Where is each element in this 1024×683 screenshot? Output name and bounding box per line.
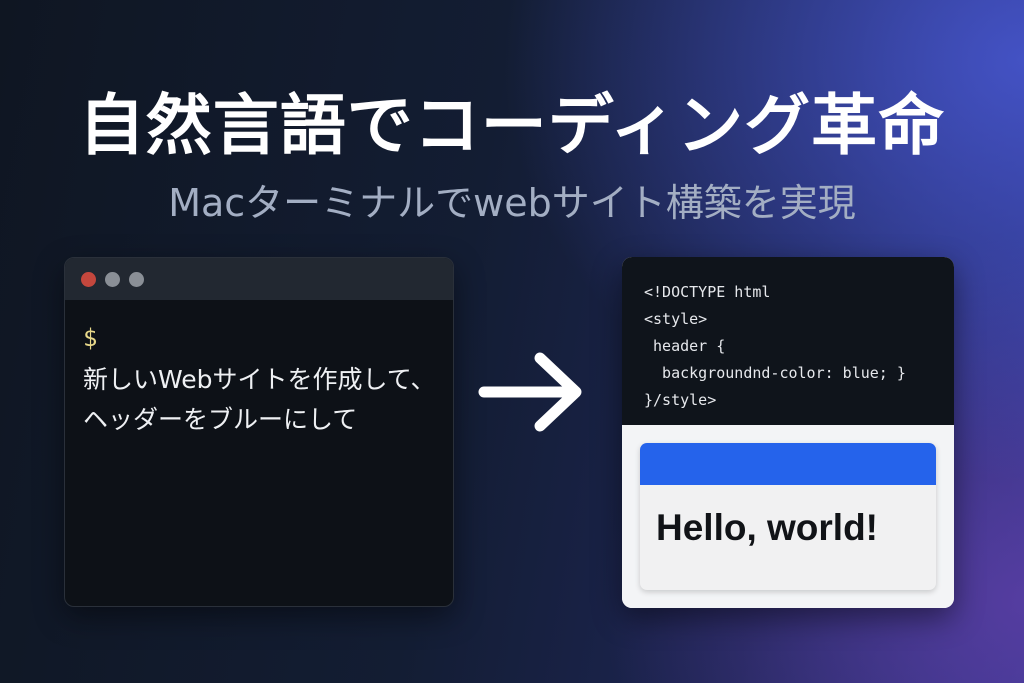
preview-area: Hello, world! bbox=[622, 425, 954, 608]
code-line: <!DOCTYPE html bbox=[644, 283, 771, 301]
terminal-body[interactable]: $ 新しいWebサイトを作成して、 ヘッダーをブルーにして bbox=[65, 300, 453, 440]
command-line-1: 新しいWebサイトを作成して、 bbox=[83, 365, 436, 394]
arrow-right-icon bbox=[478, 352, 582, 432]
browser-preview: Hello, world! bbox=[640, 443, 936, 590]
code-line: }/style> bbox=[644, 391, 717, 409]
close-dot-icon[interactable] bbox=[81, 271, 96, 287]
minimize-dot-icon[interactable] bbox=[105, 271, 120, 287]
terminal-titlebar bbox=[65, 258, 453, 300]
code-line: backgroundnd-color: blue; } bbox=[644, 364, 906, 382]
code-line: <style> bbox=[644, 310, 708, 328]
zoom-dot-icon[interactable] bbox=[129, 271, 144, 287]
code-preview-card: <!DOCTYPE html <style> header { backgrou… bbox=[622, 257, 954, 608]
hello-heading: Hello, world! bbox=[656, 507, 878, 548]
page-subtitle: Macターミナルでwebサイト構築を実現 bbox=[168, 181, 856, 225]
code-panel: <!DOCTYPE html <style> header { backgrou… bbox=[622, 257, 954, 425]
blue-header-bar bbox=[640, 443, 936, 485]
page-title: 自然言語でコーディング革命 bbox=[78, 87, 946, 164]
command-line-2: ヘッダーをブルーにして bbox=[83, 405, 358, 434]
terminal-prompt: $ bbox=[83, 324, 98, 352]
terminal-window: $ 新しいWebサイトを作成して、 ヘッダーをブルーにして bbox=[64, 257, 454, 607]
code-line: header { bbox=[644, 337, 726, 355]
